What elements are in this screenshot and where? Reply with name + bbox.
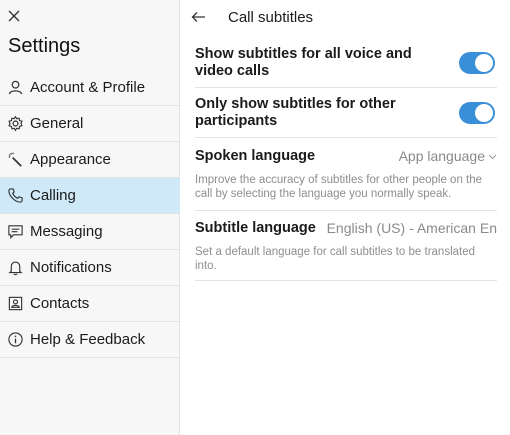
others-only-subtitles-toggle[interactable] [459, 101, 495, 124]
sidebar-item-messaging[interactable]: Messaging [0, 214, 180, 250]
sidebar-item-label: General [30, 115, 84, 132]
spoken-language-dropdown[interactable]: App language [399, 148, 497, 164]
settings-sidebar: Settings Account & Profile General Appea… [0, 0, 180, 435]
subtitle-language-row: Subtitle language English (US) - America… [195, 217, 497, 281]
back-button[interactable] [188, 7, 208, 27]
bell-icon [6, 259, 24, 277]
subtitle-language-dropdown[interactable]: English (US) - American En [327, 220, 497, 236]
show-all-subtitles-toggle[interactable] [459, 51, 495, 74]
sidebar-item-notifications[interactable]: Notifications [0, 250, 180, 286]
gear-icon [6, 115, 24, 133]
subtitle-language-line: Subtitle language English (US) - America… [195, 217, 497, 239]
toggle-knob [475, 103, 493, 122]
magic-wand-icon [6, 151, 24, 169]
sidebar-item-label: Contacts [30, 295, 90, 312]
info-icon [6, 331, 24, 349]
subtitle-language-value: English (US) - American En [326, 220, 497, 236]
phone-icon [6, 187, 24, 205]
contact-card-icon [6, 295, 24, 313]
subtitle-language-label: Subtitle language [195, 220, 316, 236]
sidebar-item-label: Notifications [30, 259, 112, 276]
sidebar-item-label: Calling [30, 187, 76, 204]
sidebar-item-account-profile[interactable]: Account & Profile [0, 70, 180, 106]
others-only-subtitles-row: Only show subtitles for other participan… [195, 88, 497, 138]
sidebar-item-label: Help & Feedback [30, 331, 146, 348]
show-all-subtitles-row: Show subtitles for all voice and video c… [195, 38, 497, 88]
spoken-language-label: Spoken language [195, 148, 316, 164]
sidebar-item-contacts[interactable]: Contacts [0, 286, 180, 322]
sidebar-title: Settings [8, 35, 81, 57]
call-subtitles-panel: Call subtitles Show subtitles for all vo… [180, 0, 510, 435]
close-button[interactable] [6, 8, 22, 24]
sidebar-item-help-feedback[interactable]: Help & Feedback [0, 322, 180, 358]
sidebar-item-label: Messaging [30, 223, 103, 240]
sidebar-item-label: Appearance [30, 151, 111, 168]
spoken-language-value: App language [398, 148, 485, 164]
page-title: Call subtitles [228, 9, 314, 26]
spoken-language-row: Spoken language App language Improve the… [195, 145, 497, 211]
sidebar-item-label: Account & Profile [30, 79, 146, 96]
message-icon [6, 223, 24, 241]
spoken-language-line: Spoken language App language [195, 145, 497, 167]
toggle-knob [475, 53, 493, 72]
others-only-subtitles-label: Only show subtitles for other participan… [195, 95, 396, 129]
sidebar-item-calling[interactable]: Calling [0, 178, 180, 214]
sidebar-item-appearance[interactable]: Appearance [0, 142, 180, 178]
arrow-left-icon [191, 12, 205, 22]
chevron-down-icon [488, 154, 497, 159]
close-icon [8, 10, 20, 22]
person-icon [6, 79, 24, 97]
subtitle-language-description: Set a default language for call subtitle… [195, 246, 476, 272]
show-all-subtitles-label: Show subtitles for all voice and video c… [195, 45, 412, 79]
panel-header: Call subtitles [180, 0, 510, 34]
settings-nav: Account & Profile General Appearance Cal… [0, 70, 180, 358]
sidebar-item-general[interactable]: General [0, 106, 180, 142]
spoken-language-description: Improve the accuracy of subtitles for ot… [195, 174, 483, 200]
